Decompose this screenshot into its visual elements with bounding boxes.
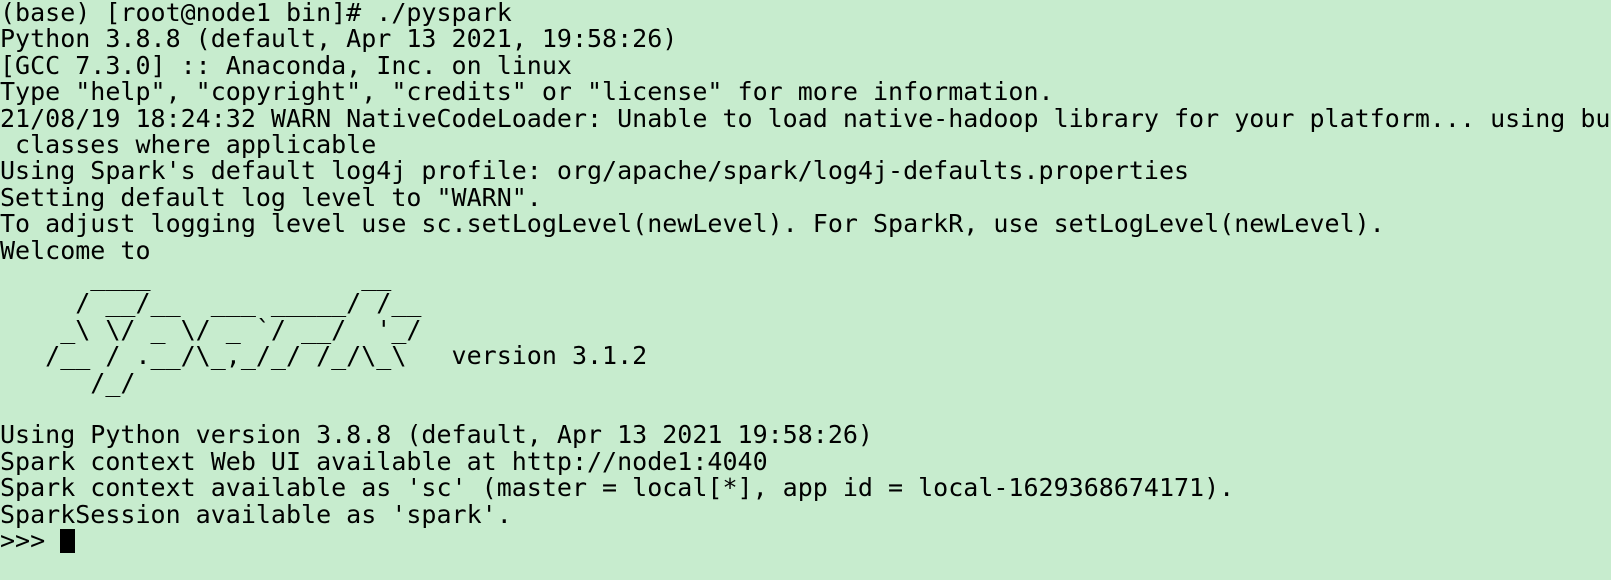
terminal-window[interactable]: (base) [root@node1 bin]# ./pyspark Pytho… bbox=[0, 0, 1611, 580]
terminal-line: To adjust logging level use sc.setLogLev… bbox=[0, 209, 1385, 239]
terminal-line: SparkSession available as 'spark'. bbox=[0, 499, 512, 529]
terminal-line: Using Spark's default log4j profile: org… bbox=[0, 156, 1190, 186]
terminal-line: Setting default log level to "WARN". bbox=[0, 182, 542, 212]
terminal-line: Using Python version 3.8.8 (default, Apr… bbox=[0, 420, 873, 450]
terminal-line: Python 3.8.8 (default, Apr 13 2021, 19:5… bbox=[0, 24, 678, 54]
prompt-text: >>> bbox=[0, 525, 61, 555]
spark-ascii-banner: ____ __ / __/__ ___ _____/ /__ _\ \/ _ \… bbox=[45, 261, 648, 397]
terminal-line: classes where applicable bbox=[0, 129, 377, 159]
terminal-line: Spark context Web UI available at http:/… bbox=[0, 446, 768, 476]
terminal-line: (base) [root@node1 bin]# ./pyspark bbox=[0, 0, 512, 27]
terminal-line: Type "help", "copyright", "credits" or "… bbox=[0, 77, 1054, 107]
terminal-line: Welcome to bbox=[0, 235, 151, 265]
terminal-line: Spark context available as 'sc' (master … bbox=[0, 473, 1235, 503]
terminal-line: 21/08/19 18:24:32 WARN NativeCodeLoader:… bbox=[0, 103, 1611, 133]
python-prompt-line[interactable]: >>> bbox=[0, 525, 1611, 555]
terminal-line: [GCC 7.3.0] :: Anaconda, Inc. on linux bbox=[0, 50, 572, 80]
text-cursor bbox=[60, 528, 76, 553]
